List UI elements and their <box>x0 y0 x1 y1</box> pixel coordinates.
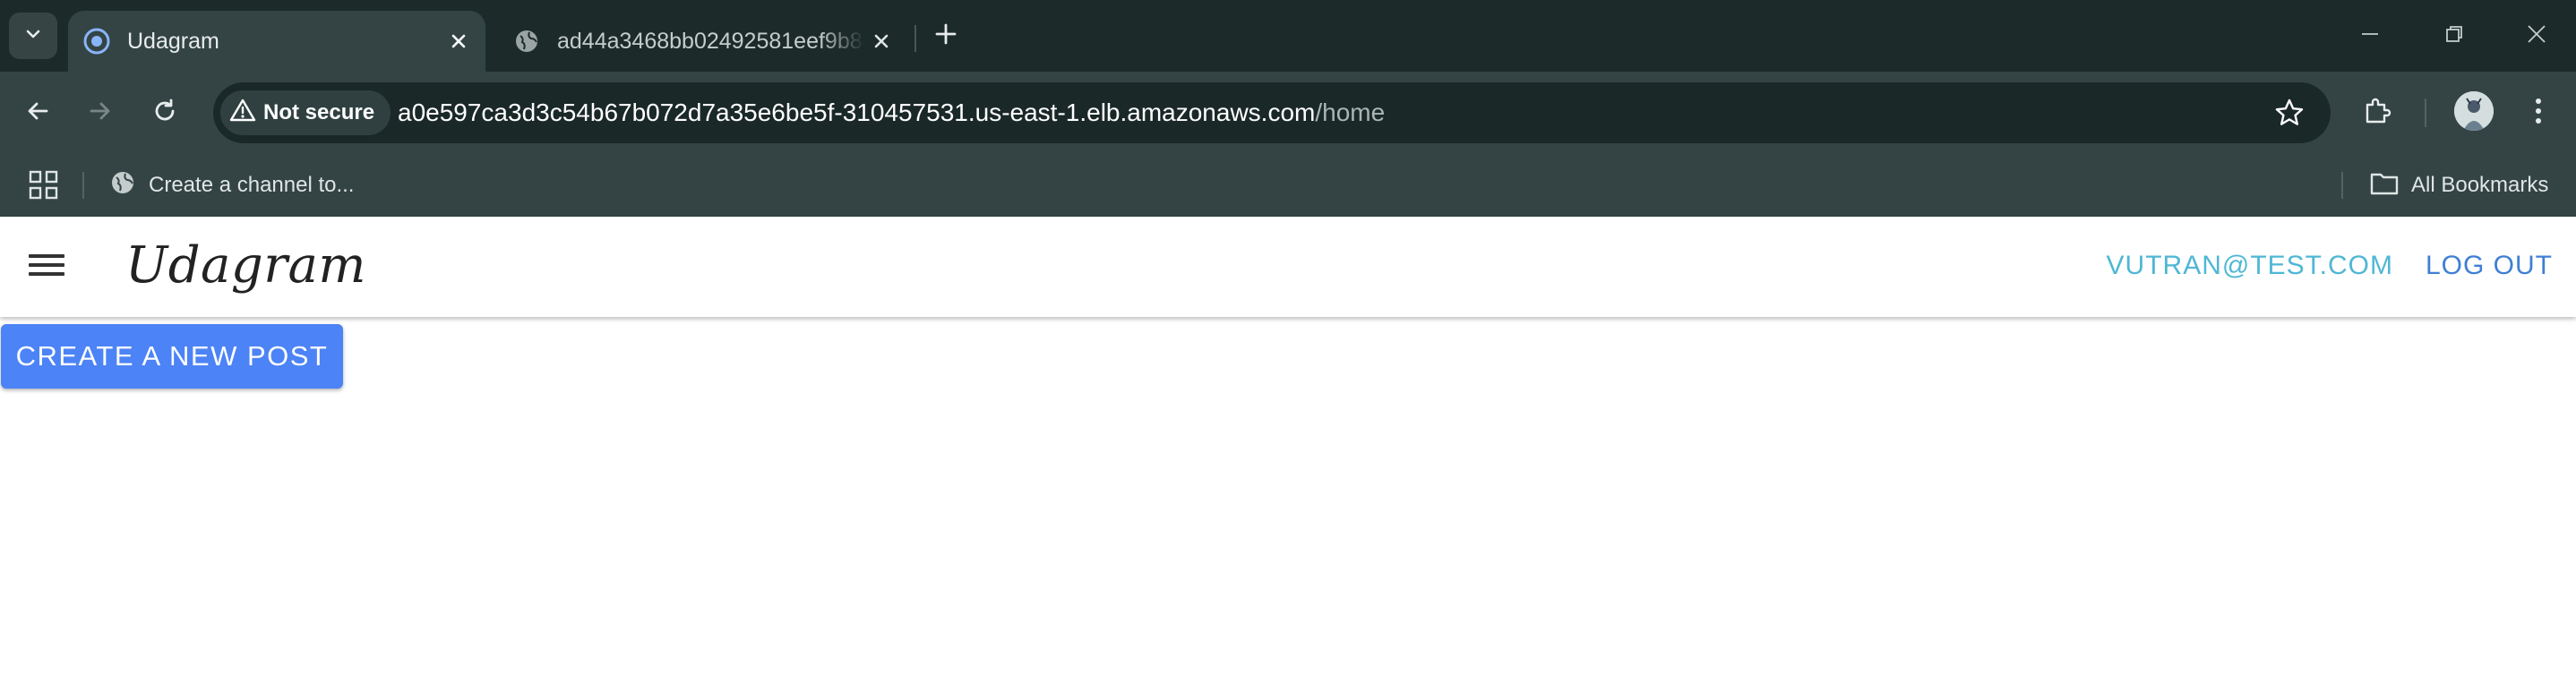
restore-button[interactable] <box>2427 18 2481 54</box>
tab-title: Udagram <box>127 28 219 54</box>
create-post-button[interactable]: CREATE A NEW POST <box>1 324 343 389</box>
tab-separator <box>914 25 916 52</box>
new-tab-button[interactable] <box>928 18 964 54</box>
url-text[interactable]: a0e597ca3d3c54b67b072d7a35e6be5f-3104575… <box>398 82 1385 143</box>
bookmark-item[interactable]: Create a channel to... <box>109 167 354 204</box>
warning-icon <box>229 98 256 129</box>
apps-grid-icon[interactable] <box>27 168 61 202</box>
all-bookmarks-label: All Bookmarks <box>2411 173 2549 197</box>
close-tab-icon[interactable] <box>865 25 897 57</box>
arrow-left-icon <box>24 98 51 129</box>
tab-search-button[interactable] <box>9 13 57 59</box>
more-vertical-icon <box>2534 97 2543 130</box>
chevron-down-icon <box>23 24 43 48</box>
hamburger-menu-icon[interactable] <box>25 249 70 285</box>
tab-strip: Udagram ad44a3468bb02492581eef9b8e <box>0 0 2576 72</box>
security-label: Not secure <box>263 100 375 124</box>
bookmark-separator <box>82 172 84 199</box>
restore-icon <box>2444 24 2464 48</box>
tab-udagram[interactable]: Udagram <box>68 11 485 72</box>
security-indicator[interactable]: Not secure <box>220 90 391 135</box>
arrow-right-icon <box>87 98 114 129</box>
url-host: a0e597ca3d3c54b67b072d7a35e6be5f-3104575… <box>398 98 1316 126</box>
browser-toolbar: Not secure a0e597ca3d3c54b67b072d7a35e6b… <box>0 72 2576 154</box>
globe-icon <box>109 169 136 202</box>
url-path: /home <box>1315 98 1386 126</box>
close-window-button[interactable] <box>2510 18 2563 54</box>
globe-icon <box>512 27 541 56</box>
toolbar-divider <box>2425 98 2426 127</box>
all-bookmarks-button[interactable]: All Bookmarks <box>2370 167 2548 204</box>
back-button[interactable] <box>16 91 59 134</box>
browser-menu-button[interactable] <box>2517 91 2560 134</box>
bookmarks-bar: Create a channel to... All Bookmarks <box>0 154 2576 217</box>
address-bar[interactable]: Not secure a0e597ca3d3c54b67b072d7a35e6b… <box>213 82 2331 143</box>
close-tab-icon[interactable] <box>442 25 475 57</box>
minimize-icon <box>2360 24 2380 48</box>
app-favicon-icon <box>82 27 111 56</box>
reload-button[interactable] <box>143 91 186 134</box>
extensions-button[interactable] <box>2356 91 2399 134</box>
tab-secondary[interactable]: ad44a3468bb02492581eef9b8e <box>498 11 908 72</box>
forward-button[interactable] <box>79 91 122 134</box>
tab-title: ad44a3468bb02492581eef9b8e <box>557 28 865 54</box>
profile-avatar[interactable] <box>2454 91 2494 131</box>
close-icon <box>2526 23 2547 49</box>
minimize-button[interactable] <box>2343 18 2397 54</box>
app-logo: Udagram <box>125 236 367 295</box>
folder-icon <box>2370 170 2399 201</box>
bookmark-label: Create a channel to... <box>149 173 355 197</box>
app-header: Udagram VUTRAN@TEST.COM LOG OUT <box>0 217 2576 317</box>
user-email-link[interactable]: VUTRAN@TEST.COM <box>2107 251 2393 281</box>
reload-icon <box>151 98 178 129</box>
bookmark-separator <box>2341 172 2343 199</box>
puzzle-icon <box>2362 96 2392 131</box>
plus-icon <box>934 22 957 50</box>
logout-button[interactable]: LOG OUT <box>2426 251 2553 281</box>
bookmark-star-icon[interactable] <box>2273 97 2306 129</box>
